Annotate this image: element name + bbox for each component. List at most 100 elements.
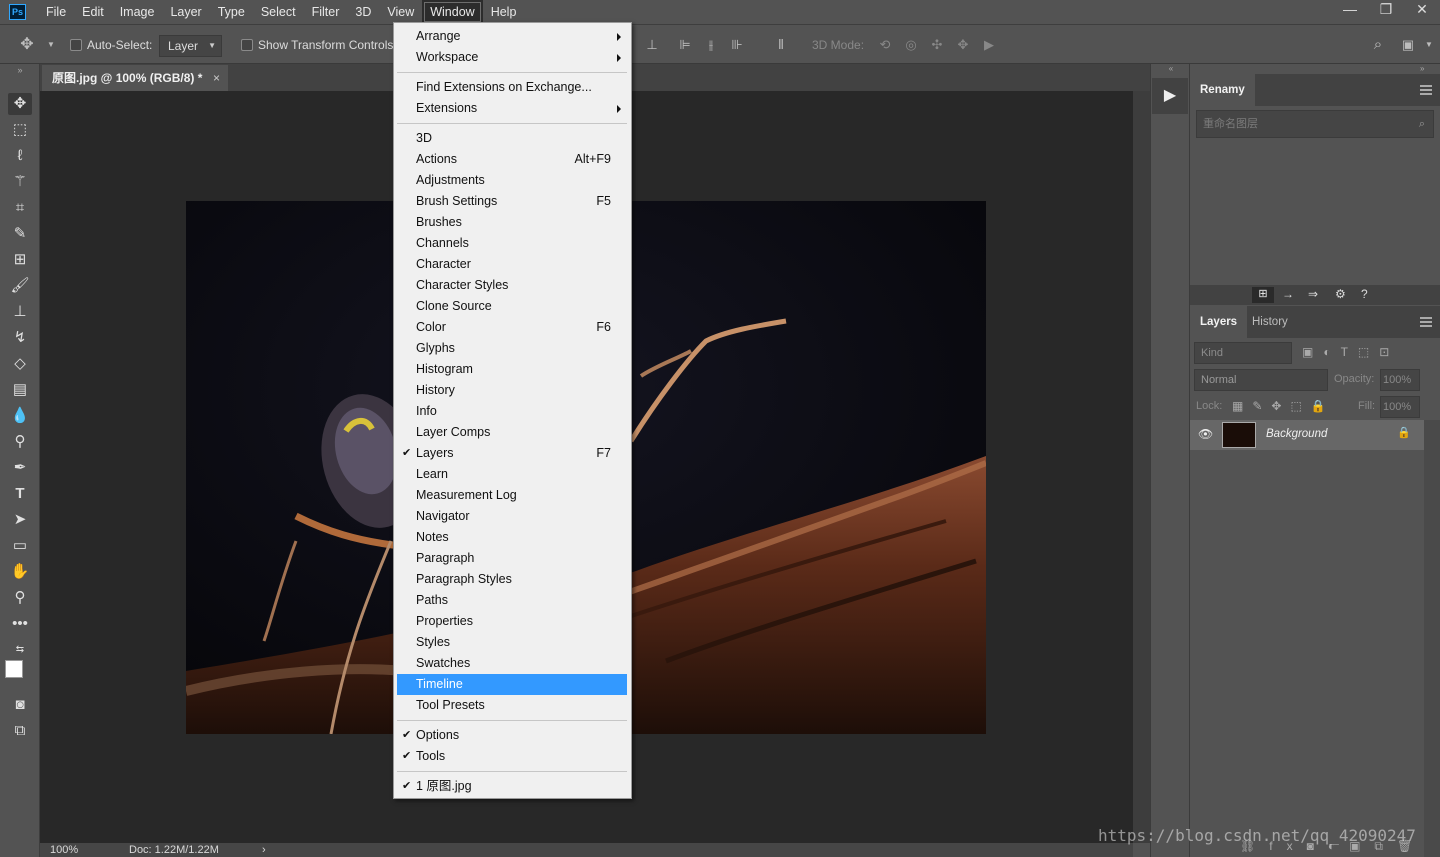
minimize-button[interactable]: — [1332,0,1368,20]
swap-colors-icon[interactable]: ⇆ [8,639,32,661]
document-tab[interactable]: 原图.jpg @ 100% (RGB/8) * × [42,65,228,91]
marquee-tool-icon[interactable]: ⬚ [8,119,32,141]
arrow-right-icon[interactable]: → [1282,287,1294,301]
window-menu-item-properties[interactable]: Properties [397,611,627,632]
status-menu-arrow[interactable]: › [262,843,266,857]
layers-scrollbar[interactable] [1424,420,1440,857]
window-menu-item-1-jpg[interactable]: ✔ 1 原图.jpg [397,776,627,797]
chevron-down-icon[interactable]: ▼ [1420,37,1438,53]
rename-icon[interactable]: ⊞ [1252,287,1274,303]
window-menu-item-brushes[interactable]: Brushes [397,212,627,233]
window-menu-item-find-extensions-on-exchange[interactable]: Find Extensions on Exchange... [397,77,627,98]
show-transform-checkbox[interactable]: Show Transform Controls [241,35,393,55]
layer-name[interactable]: Background [1266,428,1327,440]
stamp-tool-icon[interactable]: ⊥ [8,301,32,323]
vertical-scrollbar[interactable] [1133,91,1150,843]
eraser-tool-icon[interactable]: ◇ [8,353,32,375]
play-icon[interactable]: ▶ [1152,78,1188,114]
menu-3d[interactable]: 3D [347,0,379,24]
blur-tool-icon[interactable]: 💧 [8,405,32,427]
menu-file[interactable]: File [38,0,74,24]
window-menu-item-histogram[interactable]: Histogram [397,359,627,380]
menu-help[interactable]: Help [483,0,525,24]
double-arrow-icon[interactable]: ⇒ [1308,287,1318,301]
move-tool-icon[interactable]: ✥ [18,37,36,53]
eyedropper-tool-icon[interactable]: ✎ [8,223,32,245]
window-menu-item-character-styles[interactable]: Character Styles [397,275,627,296]
3d-slide-icon[interactable]: ✥ [954,37,972,53]
panel-menu-icon[interactable] [1420,85,1432,95]
window-menu-item-channels[interactable]: Channels [397,233,627,254]
magic-wand-tool-icon[interactable]: ⚚ [8,171,32,193]
window-menu-item-extensions[interactable]: Extensions [397,98,627,119]
restore-button[interactable]: ❐ [1368,0,1404,20]
window-menu-item-learn[interactable]: Learn [397,464,627,485]
window-menu-item-glyphs[interactable]: Glyphs [397,338,627,359]
align-left-icon[interactable]: ⊫ [676,37,694,53]
pen-tool-icon[interactable]: ✒ [8,457,32,479]
distribute-icon[interactable]: ⦀ [772,37,790,53]
window-menu-item-measurement-log[interactable]: Measurement Log [397,485,627,506]
layer-row-background[interactable]: 👁 Background 🔒 [1190,420,1424,450]
window-menu-item-clone-source[interactable]: Clone Source [397,296,627,317]
help-icon[interactable]: ? [1361,287,1368,301]
quick-mask-icon[interactable]: ◙ [8,694,32,716]
close-window-button[interactable]: ✕ [1404,0,1440,20]
window-menu-item-workspace[interactable]: Workspace [397,47,627,68]
window-menu-item-brush-settings[interactable]: Brush Settings F5 [397,191,627,212]
blend-mode-dropdown[interactable]: Normal [1194,369,1328,391]
window-menu-item-styles[interactable]: Styles [397,632,627,653]
align-center-icon[interactable]: ⫲ [702,37,720,53]
window-menu-item-adjustments[interactable]: Adjustments [397,170,627,191]
type-tool-icon[interactable]: T [8,483,32,505]
window-menu-item-paths[interactable]: Paths [397,590,627,611]
tab-history[interactable]: History [1242,306,1298,338]
hand-tool-icon[interactable]: ✋ [8,561,32,583]
align-right-icon[interactable]: ⊪ [728,37,746,53]
window-menu-item-paragraph-styles[interactable]: Paragraph Styles [397,569,627,590]
menu-view[interactable]: View [379,0,422,24]
3d-orbit-icon[interactable]: ⟲ [876,37,894,53]
window-menu-item-3d[interactable]: 3D [397,128,627,149]
lock-icons[interactable]: ▦✎✥⬚🔒 [1232,399,1335,413]
healing-brush-tool-icon[interactable]: ⊞ [8,249,32,271]
window-menu-item-color[interactable]: Color F6 [397,317,627,338]
collapse-icon[interactable]: » [1420,64,1424,73]
menu-layer[interactable]: Layer [162,0,209,24]
collapse-icon[interactable]: « [1151,64,1191,74]
workspace-icon[interactable]: ▣ [1399,37,1417,53]
chevron-down-icon[interactable]: ▼ [42,37,60,53]
window-menu-item-paragraph[interactable]: Paragraph [397,548,627,569]
window-menu-item-info[interactable]: Info [397,401,627,422]
menu-window[interactable]: Window [422,0,483,24]
lasso-tool-icon[interactable]: ℓ [8,145,32,167]
opacity-input[interactable]: 100% [1380,369,1420,391]
panel-menu-icon[interactable] [1420,317,1432,327]
foreground-color-swatch[interactable] [5,660,23,678]
close-tab-icon[interactable]: × [213,65,220,91]
align-bottom-icon[interactable]: ⊥ [643,37,661,53]
auto-select-checkbox[interactable]: Auto-Select: [70,35,152,55]
window-menu-item-swatches[interactable]: Swatches [397,653,627,674]
window-menu-item-character[interactable]: Character [397,254,627,275]
tab-layers[interactable]: Layers [1190,306,1248,338]
window-menu-item-options[interactable]: ✔ Options [397,725,627,746]
brush-tool-icon[interactable]: 🖌 [8,275,32,297]
zoom-level[interactable]: 100% [50,843,78,857]
crop-tool-icon[interactable]: ⌗ [8,197,32,219]
history-brush-tool-icon[interactable]: ↯ [8,327,32,349]
window-menu-item-navigator[interactable]: Navigator [397,506,627,527]
zoom-tool-icon[interactable]: ⚲ [8,587,32,609]
menu-filter[interactable]: Filter [304,0,348,24]
window-menu-item-timeline[interactable]: Timeline [397,674,627,695]
3d-roll-icon[interactable]: ◎ [902,37,920,53]
window-menu-item-tool-presets[interactable]: Tool Presets [397,695,627,716]
gear-icon[interactable]: ⚙ [1335,287,1346,301]
3d-scale-icon[interactable]: ▶ [980,37,998,53]
more-tools-icon[interactable]: ••• [8,613,32,635]
window-menu-item-actions[interactable]: Actions Alt+F9 [397,149,627,170]
path-selection-tool-icon[interactable]: ➤ [8,509,32,531]
menu-type[interactable]: Type [210,0,253,24]
3d-pan-icon[interactable]: ✣ [928,37,946,53]
auto-select-dropdown[interactable]: Layer ▼ [159,35,222,57]
